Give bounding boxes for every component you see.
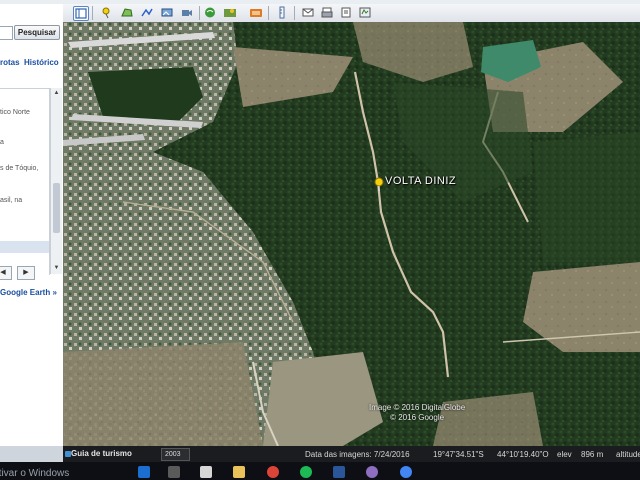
- add-path-icon[interactable]: [140, 6, 154, 19]
- selected-result-highlight[interactable]: [0, 241, 49, 253]
- list-item[interactable]: a: [0, 139, 4, 146]
- list-item[interactable]: asil, na: [0, 197, 22, 204]
- copyright-line: © 2016 Google: [390, 413, 445, 422]
- search-results-list: tico Norte a s de Tóquio, asil, na: [0, 88, 50, 275]
- historical-imagery-year[interactable]: 2003: [161, 448, 190, 461]
- elevation-value: 896 m: [581, 450, 604, 459]
- activate-windows-watermark: Ativar o Windows: [0, 468, 70, 479]
- list-item[interactable]: tico Norte: [0, 109, 30, 116]
- file-explorer-icon[interactable]: [233, 466, 245, 478]
- list-item[interactable]: s de Tóquio,: [0, 165, 38, 172]
- spotify-icon[interactable]: [300, 466, 312, 478]
- windows-taskbar: Ativar o Windows: [0, 462, 640, 480]
- add-image-overlay-icon[interactable]: [160, 6, 174, 19]
- planets-icon[interactable]: [249, 6, 263, 19]
- latitude-readout: 19°47'34.51"S: [433, 450, 484, 459]
- sidebar-tabs: rotas Histórico: [0, 58, 63, 72]
- placemark-pin-icon[interactable]: [374, 177, 384, 191]
- app-icon[interactable]: [366, 466, 378, 478]
- store-icon[interactable]: [168, 466, 180, 478]
- media-player-icon[interactable]: [200, 466, 212, 478]
- sunlight-icon[interactable]: [223, 6, 237, 19]
- print-icon[interactable]: [320, 6, 334, 19]
- elevation-label: elev: [557, 450, 572, 459]
- sidebar-toggle-icon[interactable]: [73, 6, 89, 21]
- scroll-down-arrow-icon[interactable]: ▼: [52, 264, 61, 273]
- eye-altitude-label: altitude: [616, 450, 640, 459]
- tab-history[interactable]: Histórico: [24, 58, 59, 67]
- search-button[interactable]: Pesquisar: [14, 25, 60, 40]
- satellite-imagery: [63, 22, 640, 446]
- satellite-map-view[interactable]: VOLTA DINIZ Image © 2016 DigitalGlobe © …: [63, 22, 640, 446]
- add-polygon-icon[interactable]: [120, 6, 134, 19]
- tab-routes[interactable]: rotas: [0, 58, 20, 67]
- imagery-copyright: Image © 2016 DigitalGlobe © 2016 Google: [369, 403, 465, 423]
- scrollbar-thumb[interactable]: [53, 183, 60, 233]
- google-earth-link[interactable]: Google Earth »: [0, 288, 57, 297]
- email-icon[interactable]: [301, 6, 315, 19]
- google-earth-taskbar-icon[interactable]: [400, 466, 412, 478]
- longitude-readout: 44°10'19.40"O: [497, 450, 549, 459]
- edge-browser-icon[interactable]: [138, 466, 150, 478]
- save-image-icon[interactable]: [339, 6, 353, 19]
- add-placemark-icon[interactable]: [100, 6, 114, 19]
- toolbar-separator: [199, 6, 200, 20]
- view-in-maps-icon[interactable]: [358, 6, 372, 19]
- sidebar-scrollbar[interactable]: ▲ ▼: [50, 88, 62, 274]
- copyright-line: Image © 2016 DigitalGlobe: [369, 403, 466, 412]
- record-tour-icon[interactable]: [180, 6, 194, 19]
- status-bar: Guia de turismo 2003 Data das imagens: 7…: [63, 446, 640, 462]
- toolbar-separator: [92, 6, 93, 20]
- search-input[interactable]: [0, 26, 13, 40]
- toolbar-separator: [294, 6, 295, 20]
- historical-imagery-icon[interactable]: [203, 6, 217, 19]
- word-icon[interactable]: [333, 466, 345, 478]
- toolbar-separator: [268, 6, 269, 20]
- placemark-label[interactable]: VOLTA DINIZ: [385, 175, 456, 187]
- scroll-up-arrow-icon[interactable]: ▲: [52, 89, 61, 98]
- ruler-icon[interactable]: [275, 6, 289, 19]
- previous-button[interactable]: ◀: [0, 266, 12, 280]
- tour-guide-toggle[interactable]: Guia de turismo: [71, 449, 132, 458]
- sidebar: Pesquisar rotas Histórico tico Norte a s…: [0, 4, 64, 446]
- next-button[interactable]: ▶: [17, 266, 35, 280]
- list-nav-buttons: ◀ ▶: [0, 266, 40, 280]
- imagery-date: Data das imagens: 7/24/2016: [305, 450, 410, 459]
- toolbar: [63, 4, 640, 23]
- chrome-icon[interactable]: [267, 466, 279, 478]
